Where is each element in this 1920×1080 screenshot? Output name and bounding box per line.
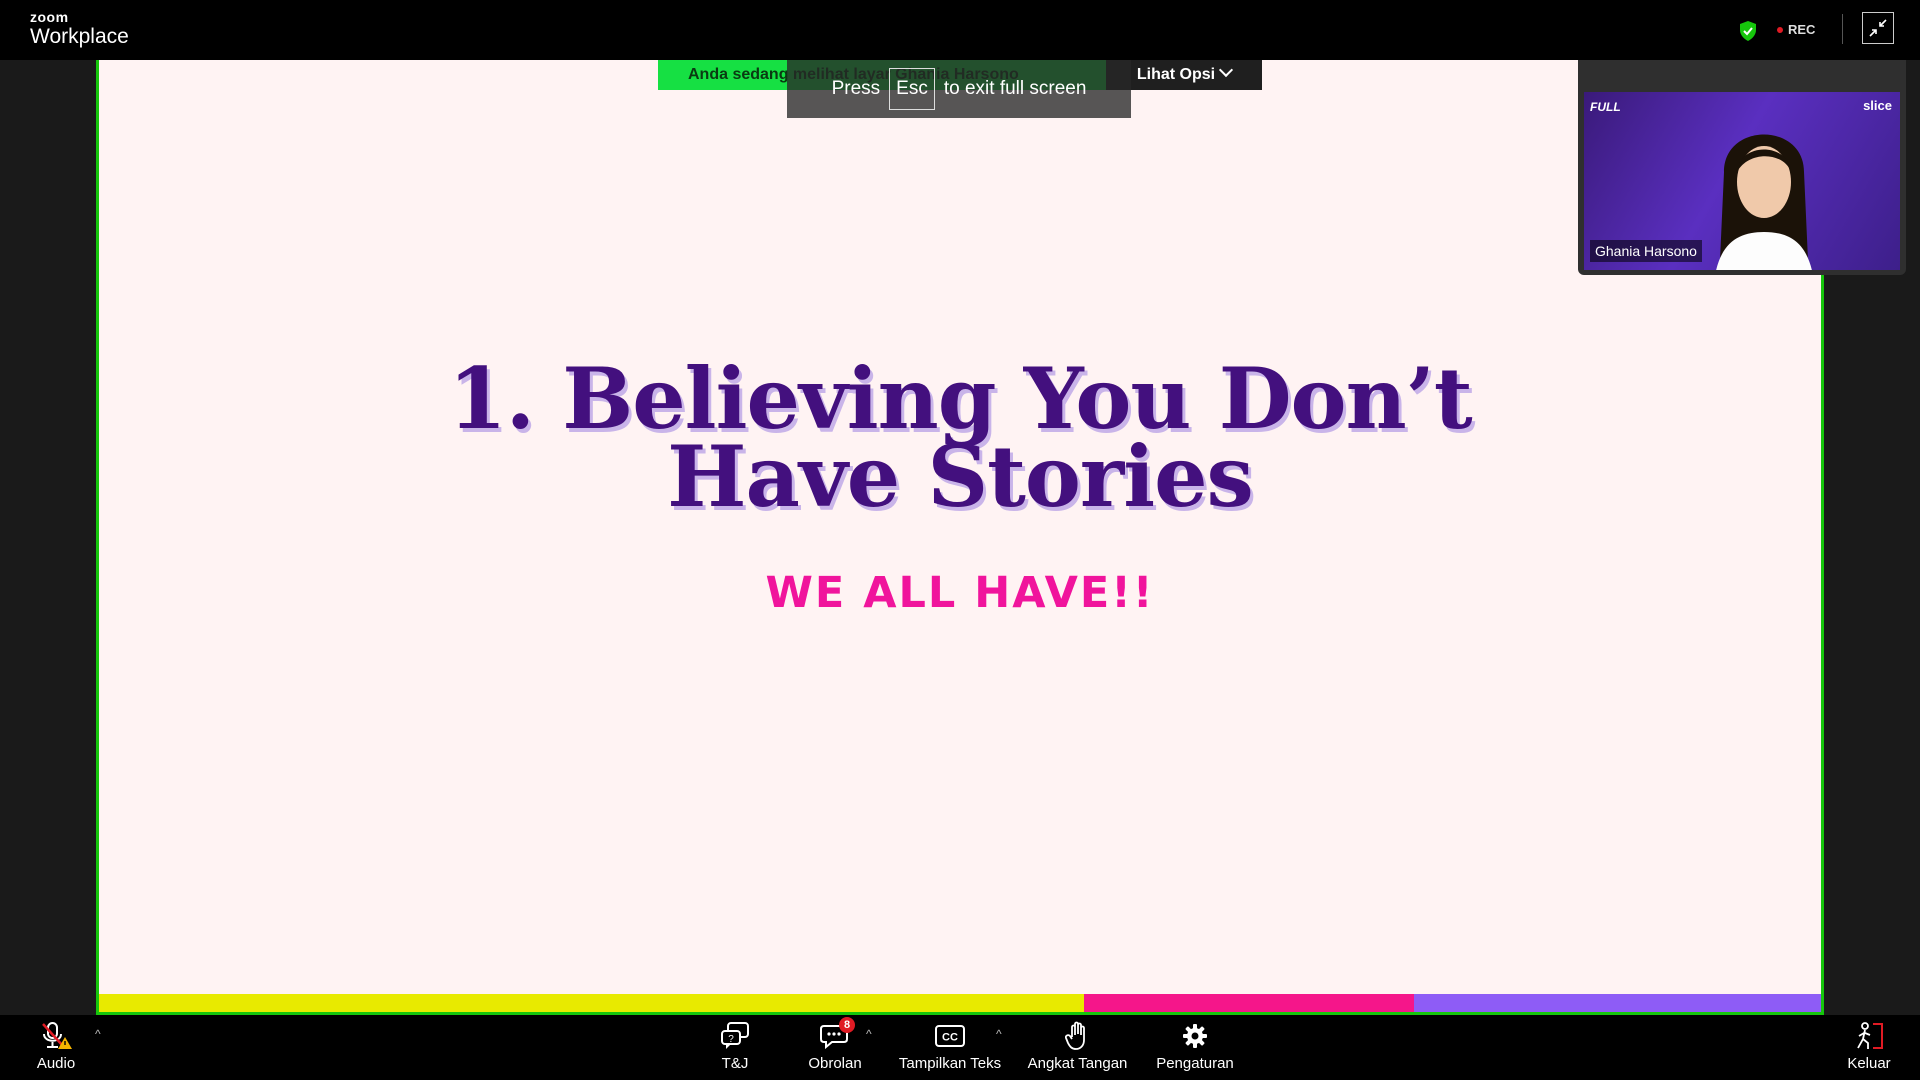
minimize-icon bbox=[1869, 19, 1887, 37]
logo-big: Workplace bbox=[30, 25, 129, 48]
raise-hand-button[interactable]: Angkat Tangan bbox=[1027, 1021, 1128, 1072]
toast-after: to exit full screen bbox=[943, 78, 1087, 99]
rec-dot-icon bbox=[1777, 26, 1783, 33]
audio-button[interactable]: Audio bbox=[34, 1021, 78, 1072]
slide-title: 1. Believing You Don’t Have Stories bbox=[99, 357, 1821, 526]
slide-bar-purple bbox=[1414, 994, 1821, 1012]
chat-icon: 8 bbox=[805, 1017, 865, 1051]
shield-check-icon[interactable] bbox=[1738, 20, 1758, 42]
top-bar: zoom Workplace REC bbox=[0, 0, 1920, 60]
logo-small: zoom bbox=[30, 9, 69, 25]
meeting-toolbar: Audio ^ ? T&J 8 Obrolan ^ CC Tampilkan T… bbox=[0, 1015, 1920, 1080]
settings-button[interactable]: Pengaturan bbox=[1156, 1021, 1234, 1072]
slide-title-line2: Have Stories bbox=[667, 427, 1254, 526]
settings-label: Pengaturan bbox=[1156, 1055, 1234, 1072]
captions-button[interactable]: CC Tampilkan Teks bbox=[898, 1021, 1002, 1072]
leave-label: Keluar bbox=[1847, 1055, 1891, 1072]
video-brand-right: slice bbox=[1863, 98, 1892, 113]
esc-key: Esc bbox=[889, 68, 935, 110]
gear-icon bbox=[1156, 1021, 1234, 1051]
fullscreen-toast: Press Esc to exit full screen bbox=[787, 60, 1131, 118]
captions-caret-icon[interactable]: ^ bbox=[996, 1027, 1002, 1041]
exit-icon bbox=[1845, 1021, 1893, 1051]
slide-bar-pink bbox=[1084, 994, 1414, 1012]
shared-screen: 1. Believing You Don’t Have Stories WE A… bbox=[96, 60, 1824, 1015]
slide-bar-yellow bbox=[99, 994, 1084, 1012]
slide-subtitle: WE ALL HAVE!! bbox=[765, 568, 1155, 618]
participant-name: Ghania Harsono bbox=[1590, 240, 1702, 262]
svg-text:?: ? bbox=[728, 1034, 734, 1045]
qa-icon: ? bbox=[715, 1021, 755, 1051]
divider bbox=[1842, 14, 1843, 44]
zoom-logo: zoom Workplace bbox=[30, 10, 129, 47]
leave-button[interactable]: Keluar bbox=[1845, 1021, 1893, 1072]
mic-muted-warning-icon bbox=[34, 1021, 78, 1051]
raise-hand-label: Angkat Tangan bbox=[1027, 1055, 1128, 1072]
cc-icon: CC bbox=[898, 1021, 1002, 1051]
view-options-label: Lihat Opsi bbox=[1136, 66, 1216, 83]
chat-badge: 8 bbox=[839, 1017, 855, 1033]
chat-caret-icon[interactable]: ^ bbox=[866, 1027, 872, 1041]
audio-label: Audio bbox=[36, 1055, 76, 1072]
video-brand-left: FULL bbox=[1590, 100, 1621, 114]
rec-label: REC bbox=[1788, 22, 1816, 37]
participant-video[interactable]: FULL slice Ghania Harsono bbox=[1584, 92, 1900, 270]
chevron-down-icon bbox=[1219, 62, 1234, 78]
svg-text:CC: CC bbox=[942, 1032, 958, 1044]
recording-indicator[interactable]: REC bbox=[1777, 22, 1815, 37]
captions-label: Tampilkan Teks bbox=[898, 1055, 1002, 1072]
hand-icon bbox=[1027, 1021, 1128, 1051]
chat-label: Obrolan bbox=[808, 1055, 862, 1072]
audio-caret-icon[interactable]: ^ bbox=[95, 1027, 101, 1041]
toast-before: Press bbox=[831, 78, 881, 99]
exit-fullscreen-button[interactable] bbox=[1862, 12, 1894, 44]
qa-label: T&J bbox=[721, 1055, 749, 1072]
chat-button[interactable]: 8 Obrolan bbox=[805, 1017, 865, 1072]
participant-avatar bbox=[1716, 134, 1812, 270]
qa-button[interactable]: ? T&J bbox=[715, 1021, 755, 1072]
